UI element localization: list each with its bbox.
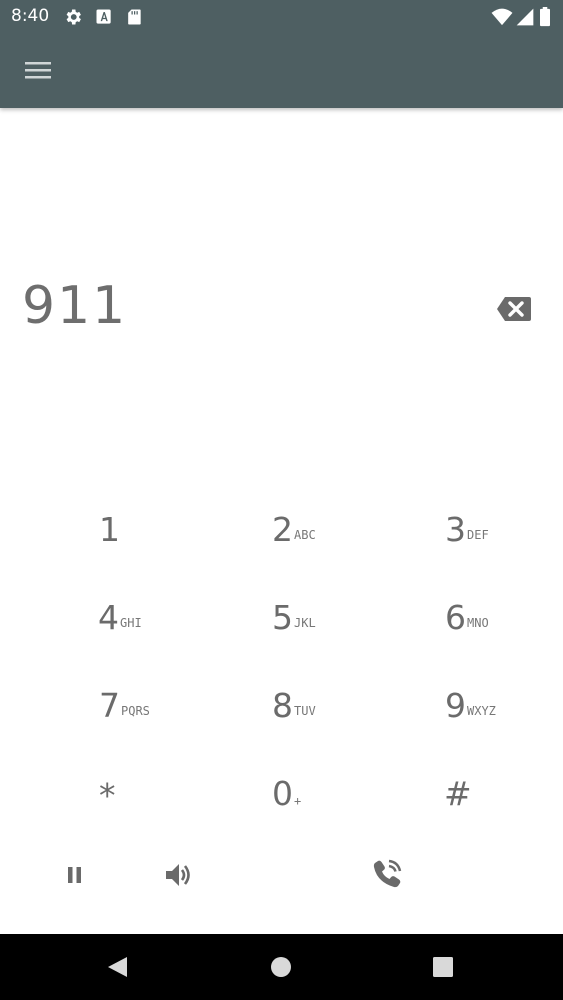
key-6[interactable]: 6 MNO bbox=[410, 588, 530, 658]
speaker-icon bbox=[166, 864, 190, 886]
key-letters: + bbox=[294, 794, 302, 808]
sd-card-icon bbox=[124, 7, 144, 27]
navigation-bar bbox=[0, 934, 563, 1000]
key-digit: 8 bbox=[272, 686, 293, 725]
pause-icon bbox=[68, 867, 81, 883]
key-letters: DEF bbox=[467, 528, 489, 542]
back-icon bbox=[108, 957, 127, 977]
backspace-button[interactable] bbox=[494, 292, 534, 326]
key-digit: 3 bbox=[445, 510, 466, 549]
home-button[interactable] bbox=[269, 955, 293, 979]
key-letters: PQRS bbox=[121, 704, 150, 718]
key-digit: * bbox=[99, 776, 116, 815]
key-letters: TUV bbox=[294, 704, 316, 718]
a-badge-icon bbox=[94, 7, 114, 27]
key-digit: 5 bbox=[272, 598, 293, 637]
menu-button[interactable] bbox=[18, 52, 58, 88]
settings-icon bbox=[63, 7, 83, 27]
call-button[interactable] bbox=[369, 856, 405, 892]
key-2[interactable]: 2 ABC bbox=[238, 500, 358, 570]
app-bar: 8:40 bbox=[0, 0, 563, 108]
key-9[interactable]: 9 WXYZ bbox=[410, 676, 530, 746]
key-5[interactable]: 5 JKL bbox=[238, 588, 358, 658]
key-4[interactable]: 4 GHI bbox=[66, 588, 186, 658]
key-digit: 6 bbox=[445, 598, 466, 637]
key-letters: GHI bbox=[120, 616, 142, 630]
key-letters: WXYZ bbox=[467, 704, 496, 718]
recents-button[interactable] bbox=[431, 955, 455, 979]
key-letters: MNO bbox=[467, 616, 489, 630]
dialer-screen: 8:40 911 1 2 ABC 3 DEF 4 GHI 5 JKL 6 MNO… bbox=[0, 0, 563, 1000]
key-letters: JKL bbox=[294, 616, 316, 630]
key-0[interactable]: 0 + bbox=[238, 764, 358, 834]
status-time: 8:40 bbox=[11, 6, 50, 26]
key-digit: 2 bbox=[272, 510, 293, 549]
key-digit: 9 bbox=[445, 686, 466, 725]
signal-icon bbox=[515, 7, 535, 27]
pause-button[interactable] bbox=[60, 860, 90, 890]
dialed-number[interactable]: 911 bbox=[22, 276, 127, 336]
speaker-button[interactable] bbox=[162, 858, 196, 892]
key-letters: ABC bbox=[294, 528, 316, 542]
wifi-icon bbox=[491, 7, 513, 27]
key-digit: 0 bbox=[272, 774, 293, 813]
key-digit: 7 bbox=[99, 686, 120, 725]
key-star[interactable]: * bbox=[66, 764, 186, 834]
backspace-icon bbox=[497, 297, 531, 321]
key-8[interactable]: 8 TUV bbox=[238, 676, 358, 746]
recents-icon bbox=[433, 957, 453, 977]
key-digit: 1 bbox=[99, 510, 120, 549]
battery-icon bbox=[539, 7, 559, 27]
key-7[interactable]: 7 PQRS bbox=[66, 676, 186, 746]
key-3[interactable]: 3 DEF bbox=[410, 500, 530, 570]
key-digit: # bbox=[444, 774, 472, 813]
call-icon bbox=[373, 859, 402, 888]
home-icon bbox=[271, 957, 291, 977]
key-digit: 4 bbox=[98, 598, 119, 637]
key-hash[interactable]: # bbox=[410, 764, 530, 834]
hamburger-menu-icon bbox=[25, 62, 51, 79]
key-1[interactable]: 1 bbox=[66, 500, 186, 570]
back-button[interactable] bbox=[104, 954, 130, 980]
